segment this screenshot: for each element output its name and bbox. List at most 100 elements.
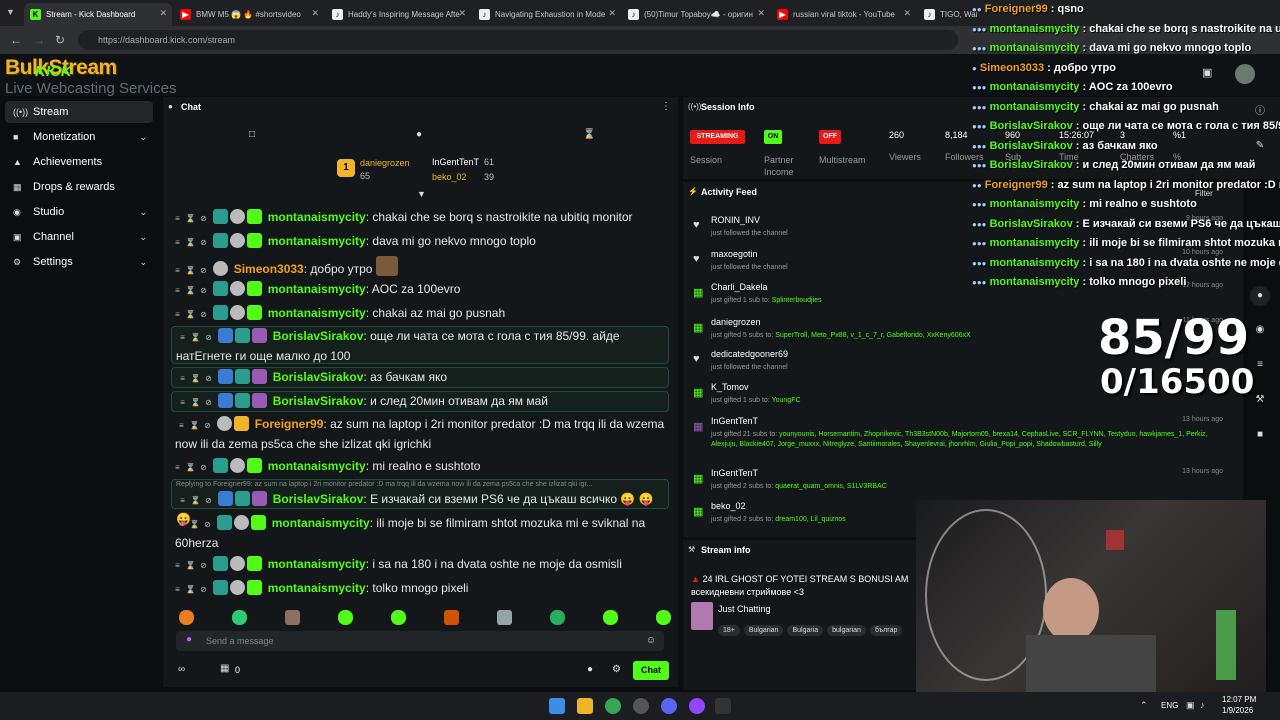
list-icon[interactable]: ≡ [1250,355,1270,375]
emote-icon[interactable] [391,610,406,625]
reload-icon[interactable]: ↻ [55,33,65,47]
hourglass-icon[interactable]: ⌛ [583,129,595,140]
timeout-icon[interactable]: ⌛ [189,329,202,347]
tab-navigating[interactable]: ♪ Navigating Exhaustion in Mode ✕ [473,3,621,26]
tray-chevron-icon[interactable]: ⌃ [1140,700,1148,711]
pin-icon[interactable]: ≡ [171,234,184,252]
close-icon[interactable]: ✕ [757,8,765,19]
close-icon[interactable]: ✕ [159,8,167,19]
ban-icon[interactable]: ⊘ [201,417,214,435]
chat-username[interactable]: montanaismycity [268,282,366,296]
chat-username[interactable]: montanaismycity [268,557,366,571]
broadcast-icon[interactable]: ◉ [1250,320,1270,340]
timeout-icon[interactable]: ⌛ [188,516,201,534]
chat-username[interactable]: montanaismycity [272,516,370,530]
emote-icon[interactable] [285,610,300,625]
clock-date[interactable]: 1/9/2026 [1222,706,1253,715]
ban-icon[interactable]: ⊘ [197,557,210,575]
language-indicator[interactable]: ENG [1161,701,1178,710]
activity-name[interactable]: dedicatedgooner69 [711,349,788,359]
tab-youtube-bmw[interactable]: ▶ BMW M5 😱 🔥 #shortsvideo ✕ [174,3,324,26]
activity-name[interactable]: Charli_Dakela [711,282,768,292]
info-icon[interactable]: ⓘ [1250,102,1270,122]
more-icon[interactable]: ⋮ [661,101,671,112]
activity-name[interactable]: K_Tomov [711,382,749,392]
close-icon[interactable]: ✕ [311,8,319,19]
emote-icon[interactable] [497,610,512,625]
ban-icon[interactable]: ⊘ [197,306,210,324]
ban-icon[interactable]: ⊘ [202,329,215,347]
ban-icon[interactable]: ⊘ [197,262,210,280]
emote-icon[interactable] [603,610,618,625]
ban-icon[interactable]: ⊘ [202,492,215,510]
obs-icon[interactable] [633,698,649,714]
activity-name[interactable]: RONIN_INV [711,215,760,225]
tab-kick-dashboard[interactable]: K Stream - Kick Dashboard ✕ [24,3,172,26]
emote-icon[interactable] [338,610,353,625]
chat-username[interactable]: Simeon3033 [234,262,304,276]
activity-name[interactable]: InGentTenT [711,468,758,478]
close-icon[interactable]: ✕ [903,8,911,19]
pin-icon[interactable]: ≡ [171,210,184,228]
back-icon[interactable]: ← [10,33,22,47]
pin-icon[interactable]: ≡ [171,557,184,575]
gear-icon[interactable]: ⚙ [612,664,621,675]
chat-username[interactable]: montanaismycity [268,234,366,248]
tab-russian-viral[interactable]: ▶ russian viral tiktok - YouTube ✕ [771,3,916,26]
timeout-icon[interactable]: ⌛ [184,459,197,477]
wrench-icon[interactable]: ⚒ [1250,390,1270,410]
url-field[interactable]: https://dashboard.kick.com/stream [78,30,958,50]
chat-username[interactable]: montanaismycity [268,459,366,473]
ban-icon[interactable]: ⊘ [197,234,210,252]
sidebar-item-studio[interactable]: ◉ Studio ⌄ [5,201,153,223]
twitch-icon[interactable] [689,698,705,714]
windows-start-icon[interactable] [549,698,565,714]
ban-icon[interactable]: ⊘ [197,210,210,228]
emote-icon[interactable] [232,610,247,625]
pin-icon[interactable]: ≡ [171,581,184,599]
sidebar-item-channel[interactable]: ▣ Channel ⌄ [5,226,153,248]
activity-name[interactable]: InGentTenT [711,416,758,426]
chat-username[interactable]: BorislavSirakov [273,394,364,408]
emote-icon[interactable] [656,610,671,625]
activity-name[interactable]: maxoegotin [711,249,758,259]
timeout-icon[interactable]: ⌛ [189,394,202,412]
notification-icon[interactable]: ▣ [1202,66,1212,79]
leader-second-name[interactable]: InGentTenT [432,157,479,167]
chat-username[interactable]: Foreigner99 [255,417,324,431]
sidebar-item-monetization[interactable]: ■ Monetization ⌄ [5,126,153,148]
chat-settings-icon[interactable]: ● [587,664,593,675]
timeout-icon[interactable]: ⌛ [184,282,197,300]
ban-icon[interactable]: ⊘ [197,581,210,599]
close-icon[interactable]: ✕ [608,8,616,19]
emote-icon[interactable] [179,610,194,625]
terminal-icon[interactable] [715,698,731,714]
timeout-icon[interactable]: ⌛ [184,581,197,599]
emoji-icon[interactable]: ☺ [646,635,656,646]
sidebar-item-stream[interactable]: ((•)) Stream [5,101,153,123]
mic-icon[interactable]: ● [186,634,192,645]
timeout-icon[interactable]: ⌛ [184,234,197,252]
emote-icon[interactable] [550,610,565,625]
pin-icon[interactable]: ≡ [171,306,184,324]
ban-icon[interactable]: ⊘ [202,370,215,388]
ban-icon[interactable]: ⊘ [201,516,214,534]
pin-icon[interactable]: ≡ [176,370,189,388]
timeout-icon[interactable]: ⌛ [189,370,202,388]
ban-icon[interactable]: ⊘ [197,459,210,477]
tab-timur[interactable]: ♪ (50)Timur Topaboy☁️ - оригин ✕ [622,3,770,26]
pin-icon[interactable]: ≡ [171,459,184,477]
chat-bubble-icon[interactable]: ● [416,129,422,140]
network-icon[interactable]: ▣ [1186,700,1195,711]
pin-icon[interactable]: ≡ [171,282,184,300]
edit-icon[interactable]: ✎ [1250,136,1270,156]
file-explorer-icon[interactable] [577,698,593,714]
pin-icon[interactable]: ≡ [171,262,184,280]
chat-username[interactable]: BorislavSirakov [273,370,364,384]
activity-name[interactable]: daniegrozen [711,317,761,327]
tab-menu-icon[interactable]: ▼ [6,7,15,17]
sidebar-item-drops[interactable]: ▦ Drops & rewards [5,176,153,198]
chat-username[interactable]: BorislavSirakov [273,492,364,506]
timeout-icon[interactable]: ⌛ [184,306,197,324]
emote-icon[interactable] [444,610,459,625]
